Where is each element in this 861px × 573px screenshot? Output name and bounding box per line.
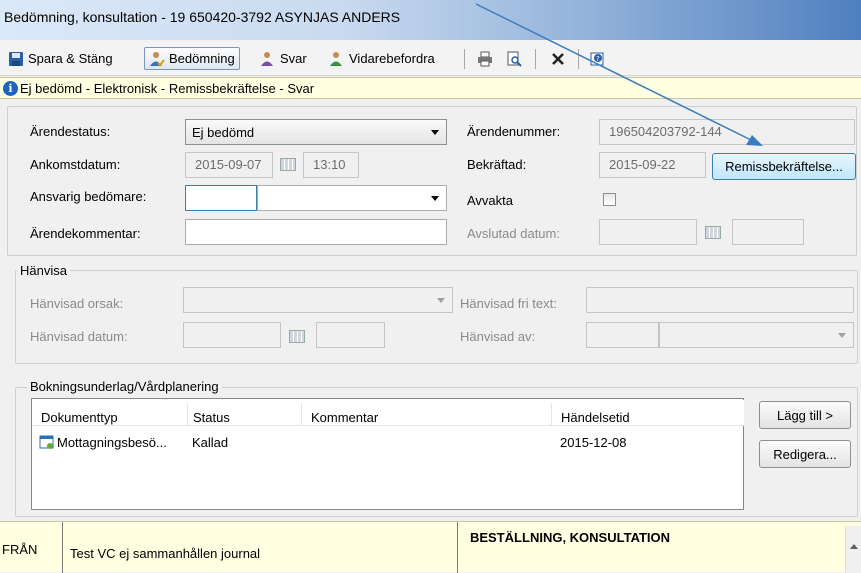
confirmed-label: Bekräftad: xyxy=(467,157,527,172)
wait-checkbox[interactable] xyxy=(603,193,616,206)
delete-button[interactable] xyxy=(546,47,574,70)
referral-date-label: Hänvisad datum: xyxy=(30,329,128,344)
info-text: Ej bedömd - Elektronisk - Remissbekräfte… xyxy=(20,81,315,96)
toolbar-separator xyxy=(578,49,579,69)
window-title-bar: Bedömning, konsultation - 19 650420-3792… xyxy=(0,0,861,40)
from-value: Test VC ej sammanhållen journal xyxy=(70,546,261,561)
closed-date-label: Avslutad datum: xyxy=(467,226,560,241)
assessment-button[interactable]: Bedömning xyxy=(144,47,240,70)
reply-button[interactable]: Svar xyxy=(256,47,311,70)
from-label-cell: FRÅN xyxy=(0,522,63,573)
chevron-down-icon xyxy=(437,298,445,303)
column-header-document-type[interactable]: Dokumenttyp xyxy=(41,410,118,425)
print-button[interactable] xyxy=(473,47,501,70)
confirmation-button[interactable]: Remissbekräftelse... xyxy=(712,153,856,180)
arrival-time-field[interactable]: 13:10 xyxy=(303,152,359,178)
info-icon: i xyxy=(3,81,18,96)
column-header-status[interactable]: Status xyxy=(193,410,230,425)
toolbar-separator xyxy=(464,49,465,69)
referral-free-text-label: Hänvisad fri text: xyxy=(460,296,557,311)
column-header-comment[interactable]: Kommentar xyxy=(311,410,378,425)
column-separator xyxy=(301,403,302,425)
referral-time-field[interactable] xyxy=(316,322,385,348)
chevron-down-icon xyxy=(838,333,846,338)
row-status: Kallad xyxy=(192,435,229,450)
referral-by-code-field[interactable] xyxy=(586,322,659,348)
calendar-icon[interactable] xyxy=(289,330,305,343)
chevron-down-icon xyxy=(431,130,439,135)
comment-label: Ärendekommentar: xyxy=(30,226,141,241)
save-close-button[interactable]: Spara & Stäng xyxy=(4,47,117,70)
edit-button[interactable]: Redigera... xyxy=(759,440,851,468)
status-label: Ärendestatus: xyxy=(30,124,111,139)
print-preview-button[interactable] xyxy=(502,47,530,70)
comment-input[interactable] xyxy=(185,219,447,245)
referral-by-label: Hänvisad av: xyxy=(460,329,536,344)
close-icon xyxy=(552,52,564,65)
add-button[interactable]: Lägg till > xyxy=(759,401,851,429)
help-icon: ? xyxy=(590,52,604,65)
closed-date-field[interactable] xyxy=(599,219,697,245)
referral-date-field[interactable] xyxy=(183,322,281,348)
status-value: Ej bedömd xyxy=(192,125,255,140)
save-close-label: Spara & Stäng xyxy=(28,51,113,66)
referral-by-select[interactable] xyxy=(659,322,854,348)
chevron-down-icon xyxy=(431,196,439,201)
referral-reason-label: Hänvisad orsak: xyxy=(30,296,124,311)
referral-reason-select[interactable] xyxy=(183,287,453,313)
row-document-type: Mottagningsbesö... xyxy=(57,435,167,450)
arrival-label: Ankomstdatum: xyxy=(30,157,121,172)
forward-label: Vidarebefordra xyxy=(349,51,435,66)
row-event-time: 2015-12-08 xyxy=(560,435,627,450)
from-label: FRÅN xyxy=(2,542,38,557)
number-field[interactable]: 196504203792-144 xyxy=(599,119,855,145)
user-reply-icon xyxy=(261,51,273,66)
toolbar-separator xyxy=(535,49,536,69)
booking-table: Dokumenttyp Status Kommentar Händelsetid… xyxy=(31,398,744,510)
print-preview-icon xyxy=(507,51,522,67)
forward-button[interactable]: Vidarebefordra xyxy=(325,47,439,70)
responsible-label: Ansvarig bedömare: xyxy=(30,189,147,204)
info-bar: i Ej bedömd - Elektronisk - Remissbekräf… xyxy=(0,77,861,99)
number-label: Ärendenummer: xyxy=(467,124,561,139)
column-separator xyxy=(551,403,552,425)
table-row[interactable]: Mottagningsbesö... Kallad 2015-12-08 xyxy=(33,431,744,455)
window-title: Bedömning, konsultation - 19 650420-3792… xyxy=(4,9,401,25)
calendar-icon[interactable] xyxy=(280,158,296,171)
responsible-code-input[interactable] xyxy=(185,185,257,211)
booking-table-header: Dokumenttyp Status Kommentar Händelsetid xyxy=(33,400,744,426)
closed-time-field[interactable] xyxy=(732,219,804,245)
calendar-document-icon xyxy=(39,435,54,449)
printer-icon xyxy=(478,51,492,66)
confirmed-field[interactable]: 2015-09-22 xyxy=(599,152,706,178)
user-check-icon xyxy=(150,51,165,66)
toolbar: Spara & Stäng Bedömning Svar Vidarebefor… xyxy=(0,40,861,76)
help-button[interactable]: ? xyxy=(585,47,613,70)
status-select[interactable]: Ej bedömd xyxy=(185,119,447,145)
referral-group xyxy=(15,270,858,364)
reply-label: Svar xyxy=(280,51,307,66)
responsible-select[interactable] xyxy=(257,185,447,211)
from-value-cell: Test VC ej sammanhållen journal xyxy=(63,522,458,573)
svg-text:?: ? xyxy=(596,55,600,63)
floppy-disk-icon xyxy=(9,51,23,66)
wait-label: Avvakta xyxy=(467,193,514,208)
order-section: FRÅN Test VC ej sammanhållen journal BES… xyxy=(0,521,861,573)
assessment-label: Bedömning xyxy=(169,51,235,66)
vertical-scrollbar[interactable] xyxy=(845,526,861,573)
booking-group-title: Bokningsunderlag/Vårdplanering xyxy=(27,379,222,394)
column-header-event-time[interactable]: Händelsetid xyxy=(561,410,630,425)
order-heading: BESTÄLLNING, KONSULTATION xyxy=(470,530,671,545)
chevron-up-icon[interactable] xyxy=(850,544,858,549)
calendar-icon[interactable] xyxy=(705,226,721,239)
user-forward-icon xyxy=(330,51,342,66)
column-separator xyxy=(187,403,188,425)
referral-free-text-field[interactable] xyxy=(586,287,854,313)
arrival-date-field[interactable]: 2015-09-07 xyxy=(185,152,273,178)
referral-group-title: Hänvisa xyxy=(17,263,70,278)
